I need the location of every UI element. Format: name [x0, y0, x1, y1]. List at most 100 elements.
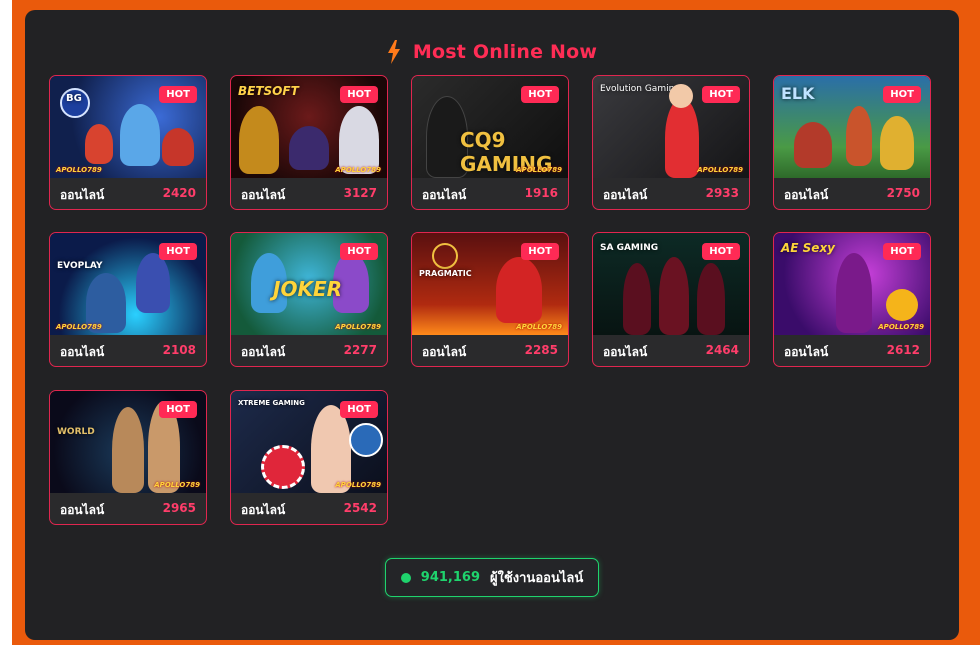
- hot-badge: HOT: [340, 86, 378, 103]
- provider-name: SA GAMING: [600, 243, 659, 253]
- hot-badge: HOT: [340, 243, 378, 260]
- character-art: [311, 405, 351, 493]
- online-label: ออนไลน์: [422, 345, 467, 359]
- online-count: 2277: [343, 343, 377, 357]
- online-label: ออนไลน์: [784, 345, 829, 359]
- watermark-logo: APOLLO789: [697, 166, 743, 174]
- section-title: Most Online Now: [412, 41, 598, 63]
- character-art: [136, 253, 170, 313]
- online-label: ออนไลน์: [603, 188, 648, 202]
- character-art: [339, 106, 379, 174]
- game-card-cq9[interactable]: CQ9 GAMING APOLLO789 HOT ออนไลน์ 1916: [411, 75, 569, 210]
- hot-badge: HOT: [159, 86, 197, 103]
- online-users-count: 941,169: [420, 570, 480, 585]
- game-card-ae-sexy[interactable]: AE Sexy APOLLO789 HOT ออนไลน์ 2612: [773, 232, 931, 367]
- online-label: ออนไลน์: [60, 188, 105, 202]
- online-label: ออนไลน์: [241, 345, 286, 359]
- online-label: ออนไลน์: [60, 345, 105, 359]
- game-card-elk[interactable]: ELK HOT ออนไลน์ 2750: [773, 75, 931, 210]
- hot-badge: HOT: [521, 243, 559, 260]
- game-card-betsoft[interactable]: BETSOFT APOLLO789 HOT ออนไลน์ 3127: [230, 75, 388, 210]
- character-art: [659, 257, 689, 335]
- character-art: [846, 106, 872, 166]
- watermark-logo: APOLLO789: [516, 166, 562, 174]
- chip-art: [261, 445, 305, 489]
- online-count: 2285: [524, 343, 558, 357]
- game-card-evolution[interactable]: Evolution Gaming APOLLO789 HOT ออนไลน์ 2…: [592, 75, 750, 210]
- online-label: ออนไลน์: [241, 503, 286, 517]
- online-count: 2464: [705, 343, 739, 357]
- online-count: 1916: [524, 186, 558, 200]
- provider-name: WORLD: [57, 427, 95, 437]
- hot-badge: HOT: [340, 401, 378, 418]
- hot-badge: HOT: [521, 86, 559, 103]
- online-status-dot: [400, 572, 411, 583]
- online-count: 2108: [162, 343, 196, 357]
- provider-name: ELK: [781, 84, 815, 103]
- provider-logo: [432, 243, 458, 269]
- character-art: [289, 126, 329, 170]
- character-art: [697, 263, 725, 335]
- hot-badge: HOT: [883, 86, 921, 103]
- online-count: 2933: [705, 186, 739, 200]
- provider-name: BG: [66, 93, 82, 104]
- online-count: 3127: [343, 186, 377, 200]
- game-card-bg[interactable]: BG APOLLO789 HOT ออนไลน์ 2420: [49, 75, 207, 210]
- character-art: [239, 106, 279, 174]
- provider-name: PRAGMATIC: [419, 269, 472, 278]
- character-art: [162, 128, 194, 166]
- provider-name: AE Sexy: [781, 241, 836, 255]
- hot-badge: HOT: [702, 243, 740, 260]
- character-art: [112, 407, 144, 493]
- watermark-logo: APOLLO789: [56, 323, 102, 331]
- online-count: 2965: [162, 501, 196, 515]
- provider-name: BETSOFT: [238, 84, 299, 98]
- character-art: [669, 84, 693, 108]
- roulette-art: [349, 423, 383, 457]
- character-art: [794, 122, 832, 168]
- online-label: ออนไลน์: [241, 188, 286, 202]
- hot-badge: HOT: [159, 243, 197, 260]
- most-online-panel: Most Online Now BG APOLLO789 HOT ออนไลน์…: [25, 10, 959, 640]
- online-count: 2612: [886, 343, 920, 357]
- online-users-pill: 941,169 ผู้ใช้งานออนไลน์: [385, 558, 599, 597]
- character-art: [85, 124, 113, 164]
- character-art: [120, 104, 160, 166]
- provider-name: XTREME GAMING: [238, 399, 305, 407]
- hot-badge: HOT: [159, 401, 197, 418]
- online-count: 2750: [886, 186, 920, 200]
- game-card-pragmatic[interactable]: PRAGMATIC APOLLO789 HOT ออนไลน์ 2285: [411, 232, 569, 367]
- character-art: [880, 116, 914, 170]
- game-card-sa-gaming[interactable]: SA GAMING HOT ออนไลน์ 2464: [592, 232, 750, 367]
- character-art: [836, 253, 872, 333]
- watermark-logo: APOLLO789: [878, 323, 924, 331]
- watermark-logo: APOLLO789: [56, 166, 102, 174]
- game-card-xtreme[interactable]: XTREME GAMING APOLLO789 HOT ออนไลน์ 2542: [230, 390, 388, 525]
- hot-badge: HOT: [702, 86, 740, 103]
- game-card-world[interactable]: WORLD APOLLO789 HOT ออนไลน์ 2965: [49, 390, 207, 525]
- watermark-logo: APOLLO789: [335, 323, 381, 331]
- watermark-logo: APOLLO789: [516, 323, 562, 331]
- watermark-logo: APOLLO789: [154, 481, 200, 489]
- online-label: ออนไลน์: [60, 503, 105, 517]
- section-heading: Most Online Now: [25, 40, 959, 64]
- character-art: [496, 257, 542, 323]
- game-card-joker[interactable]: JOKER APOLLO789 HOT ออนไลน์ 2277: [230, 232, 388, 367]
- provider-name: Evolution Gaming: [600, 84, 680, 94]
- watermark-logo: APOLLO789: [335, 481, 381, 489]
- provider-name: EVOPLAY: [57, 261, 103, 271]
- online-label: ออนไลน์: [422, 188, 467, 202]
- online-label: ออนไลน์: [603, 345, 648, 359]
- provider-name: JOKER: [273, 277, 343, 301]
- online-count: 2420: [162, 186, 196, 200]
- online-label: ออนไลน์: [784, 188, 829, 202]
- bolt-icon: [387, 40, 400, 64]
- online-count: 2542: [343, 501, 377, 515]
- coin-art: [886, 289, 918, 321]
- character-art: [623, 263, 651, 335]
- online-users-label: ผู้ใช้งานออนไลน์: [490, 571, 584, 586]
- game-card-evoplay[interactable]: EVOPLAY APOLLO789 HOT ออนไลน์ 2108: [49, 232, 207, 367]
- hot-badge: HOT: [883, 243, 921, 260]
- character-art: [665, 98, 699, 178]
- watermark-logo: APOLLO789: [335, 166, 381, 174]
